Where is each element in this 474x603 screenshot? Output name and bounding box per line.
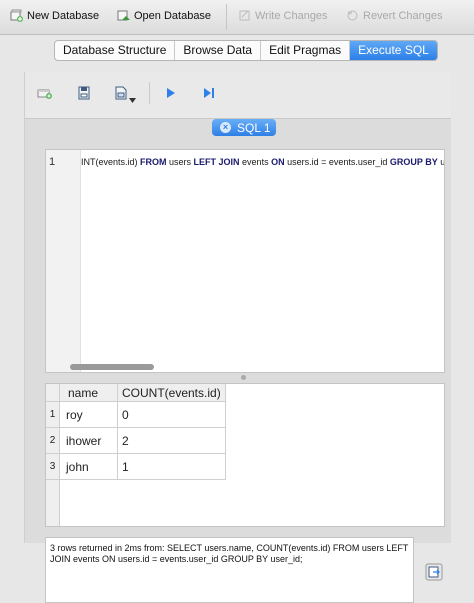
toolbar-separator: [226, 4, 227, 30]
line-number-gutter: 1: [46, 150, 81, 372]
code-text: users: [166, 157, 194, 167]
execute-sql-panel: × SQL 1 1 INT(events.id) FROM users LEFT…: [24, 72, 451, 603]
open-database-button[interactable]: Open Database: [117, 9, 211, 22]
query-status-message: 3 rows returned in 2ms from: SELECT user…: [45, 537, 414, 603]
row-number[interactable]: 3: [46, 453, 60, 480]
table-row[interactable]: 3 john 1: [46, 453, 226, 480]
sql-tab-label: SQL 1: [237, 120, 271, 135]
code-keyword: ON: [271, 157, 285, 167]
tab-execute-sql[interactable]: Execute SQL: [350, 41, 437, 60]
table-row[interactable]: 2 ihower 2: [46, 427, 226, 454]
open-tab-icon: [37, 89, 52, 99]
cell-count[interactable]: 0: [117, 401, 226, 428]
main-tabs: Database Structure Browse Data Edit Prag…: [54, 40, 438, 61]
write-changes-icon: [239, 10, 250, 21]
cell-name[interactable]: john: [59, 453, 118, 480]
code-text: INT(events.id): [81, 157, 141, 167]
row-number[interactable]: 2: [46, 427, 60, 454]
cell-name[interactable]: ihower: [59, 427, 118, 454]
results-grid[interactable]: name COUNT(events.id) 1 roy 0 2 ihower 2…: [45, 383, 445, 527]
editor-horizontal-scrollbar[interactable]: [70, 364, 154, 370]
save-sql-file-button[interactable]: [112, 84, 130, 102]
sql-editor-tab[interactable]: × SQL 1: [212, 119, 276, 136]
code-keyword: GROUP BY: [389, 157, 438, 167]
sql-toolbar: [25, 72, 451, 119]
main-toolbar: New Database Open Database Write Changes…: [0, 0, 474, 35]
tab-edit-pragmas[interactable]: Edit Pragmas: [261, 41, 351, 60]
results-header-row: name COUNT(events.id): [46, 384, 226, 402]
close-tab-icon[interactable]: ×: [220, 122, 231, 133]
corner-header: [46, 384, 60, 402]
sql-toolbar-separator: [149, 82, 150, 104]
sql-code-line[interactable]: INT(events.id) FROM users LEFT JOIN even…: [81, 157, 445, 167]
write-changes-button[interactable]: Write Changes: [238, 9, 328, 22]
revert-changes-label: Revert Changes: [363, 9, 443, 22]
cell-count[interactable]: 2: [117, 427, 226, 454]
revert-changes-button[interactable]: Revert Changes: [346, 9, 443, 22]
save-dropdown-arrow-icon[interactable]: [129, 98, 136, 103]
sql-editor[interactable]: 1 INT(events.id) FROM users LEFT JOIN ev…: [45, 149, 445, 373]
results-table: name COUNT(events.id) 1 roy 0 2 ihower 2…: [46, 384, 226, 480]
tab-database-structure[interactable]: Database Structure: [55, 41, 176, 60]
open-sql-file-icon: [78, 86, 90, 100]
new-database-label: New Database: [27, 9, 100, 22]
editor-results-splitter[interactable]: [45, 373, 445, 383]
cell-name[interactable]: roy: [59, 401, 118, 428]
execute-all-icon: [167, 88, 175, 98]
column-header-name[interactable]: name: [59, 384, 118, 402]
column-header-count[interactable]: COUNT(events.id): [117, 384, 226, 402]
cell-count[interactable]: 1: [117, 453, 226, 480]
row-number[interactable]: 1: [46, 401, 60, 428]
line-number: 1: [49, 156, 56, 168]
write-changes-label: Write Changes: [255, 9, 328, 22]
code-text: events: [239, 157, 272, 167]
open-sql-file-button[interactable]: [75, 84, 93, 102]
open-database-icon: [117, 10, 130, 21]
new-database-button[interactable]: New Database: [10, 9, 99, 22]
export-results-icon: [425, 563, 443, 581]
table-row[interactable]: 1 roy 0: [46, 401, 226, 428]
code-keyword: FROM: [140, 157, 167, 167]
export-results-button[interactable]: [423, 561, 445, 583]
tab-browse-data[interactable]: Browse Data: [175, 41, 262, 60]
code-text: user_id: [440, 157, 445, 167]
new-database-icon: [10, 9, 23, 22]
splitter-handle-icon: [241, 375, 246, 380]
revert-changes-icon: [347, 10, 358, 21]
save-sql-file-icon: [115, 86, 127, 100]
execute-all-button[interactable]: [162, 84, 180, 102]
code-text: users.id = events.user_id: [284, 157, 390, 167]
open-tab-button[interactable]: [36, 84, 54, 102]
execute-line-icon: [204, 88, 214, 98]
open-database-label: Open Database: [134, 9, 212, 22]
execute-line-button[interactable]: [200, 84, 218, 102]
code-keyword: LEFT JOIN: [193, 157, 240, 167]
